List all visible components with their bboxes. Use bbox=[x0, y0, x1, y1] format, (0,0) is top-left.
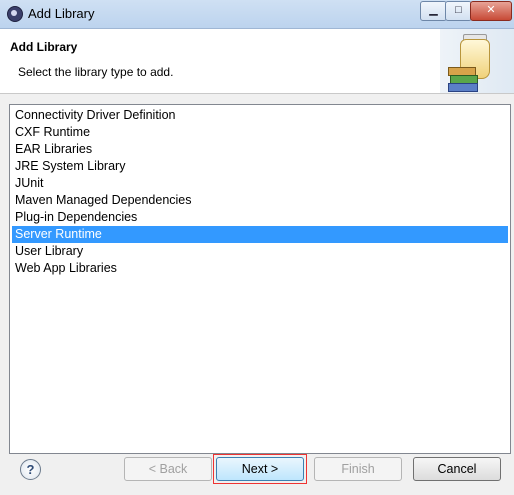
eclipse-app-icon bbox=[7, 6, 23, 22]
close-button[interactable]: ✕ bbox=[470, 1, 512, 21]
page-title: Add Library bbox=[10, 40, 78, 54]
book-shape bbox=[448, 83, 478, 92]
list-item[interactable]: Connectivity Driver Definition bbox=[12, 107, 508, 124]
list-item[interactable]: Maven Managed Dependencies bbox=[12, 192, 508, 209]
minimize-button[interactable]: ▁ bbox=[420, 1, 447, 21]
maximize-button[interactable]: □ bbox=[445, 1, 472, 21]
list-item[interactable]: User Library bbox=[12, 243, 508, 260]
list-item[interactable]: Server Runtime bbox=[12, 226, 508, 243]
dialog-header: Add Library Select the library type to a… bbox=[0, 29, 514, 94]
list-item[interactable]: Plug-in Dependencies bbox=[12, 209, 508, 226]
list-item[interactable]: JUnit bbox=[12, 175, 508, 192]
list-item[interactable]: CXF Runtime bbox=[12, 124, 508, 141]
list-item[interactable]: EAR Libraries bbox=[12, 141, 508, 158]
next-button[interactable]: Next > bbox=[216, 457, 304, 481]
window-title: Add Library bbox=[28, 6, 95, 21]
back-button[interactable]: < Back bbox=[124, 457, 212, 481]
library-jar-books-icon bbox=[440, 29, 514, 93]
finish-button[interactable]: Finish bbox=[314, 457, 402, 481]
cancel-button[interactable]: Cancel bbox=[413, 457, 501, 481]
library-type-list[interactable]: Connectivity Driver Definition CXF Runtim… bbox=[9, 104, 511, 454]
title-bar[interactable]: Add Library ▁ □ ✕ bbox=[0, 0, 514, 29]
help-icon[interactable]: ? bbox=[20, 459, 41, 480]
page-description: Select the library type to add. bbox=[18, 65, 174, 79]
list-item[interactable]: JRE System Library bbox=[12, 158, 508, 175]
list-item[interactable]: Web App Libraries bbox=[12, 260, 508, 277]
